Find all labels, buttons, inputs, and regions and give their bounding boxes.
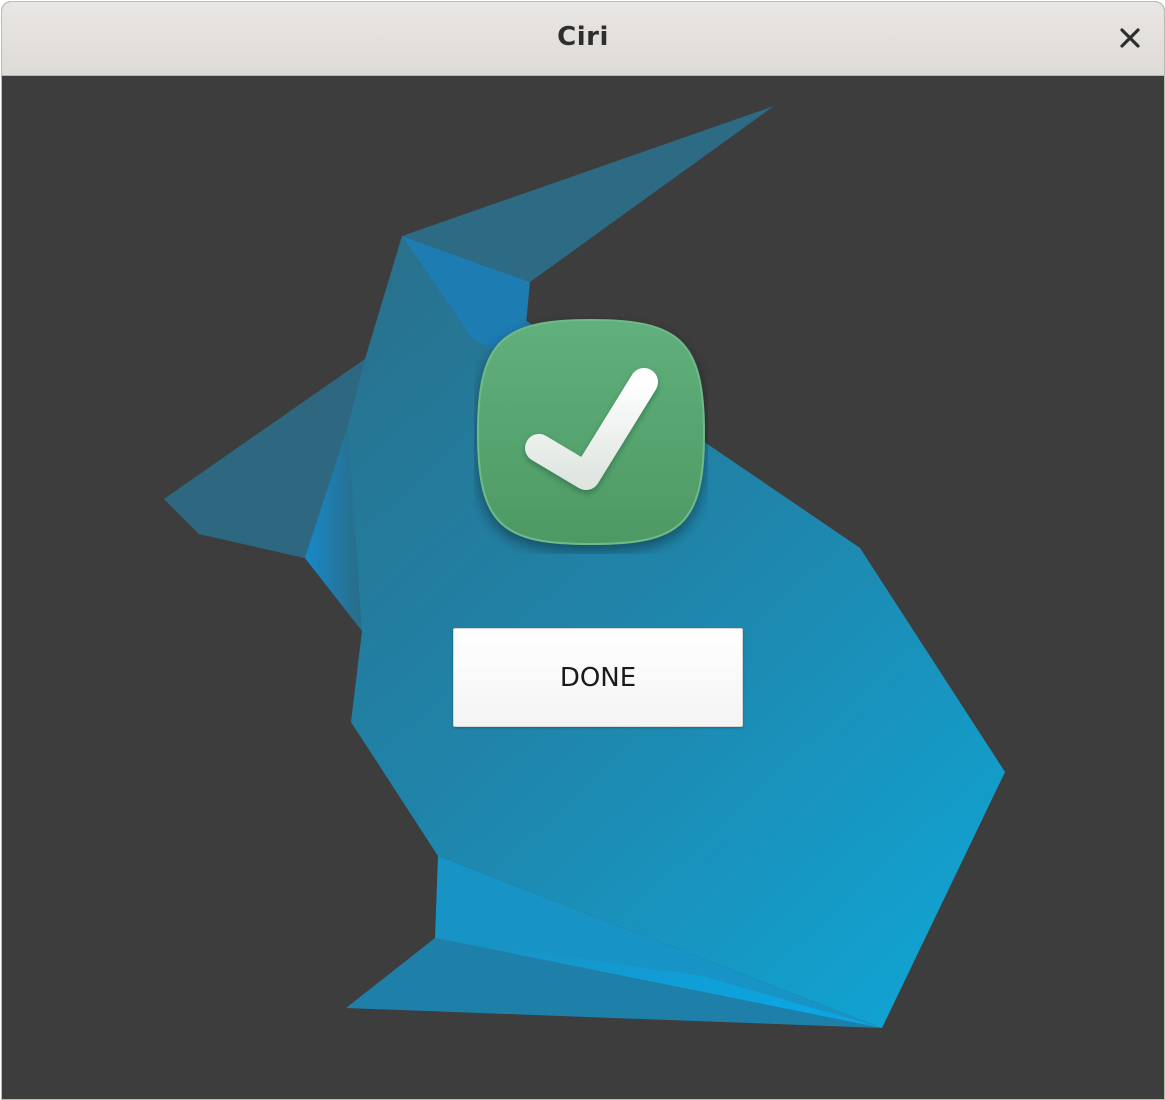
main-content: DONE xyxy=(2,76,1164,1099)
rabbit-logo xyxy=(164,106,1005,1028)
close-button[interactable] xyxy=(1112,20,1148,56)
close-icon xyxy=(1120,28,1140,48)
checkmark-success-icon xyxy=(476,318,706,546)
title-bar[interactable]: Ciri xyxy=(2,2,1164,76)
done-button[interactable]: DONE xyxy=(453,628,743,727)
app-window: Ciri DONE xyxy=(1,1,1165,1100)
window-title: Ciri xyxy=(557,22,609,52)
